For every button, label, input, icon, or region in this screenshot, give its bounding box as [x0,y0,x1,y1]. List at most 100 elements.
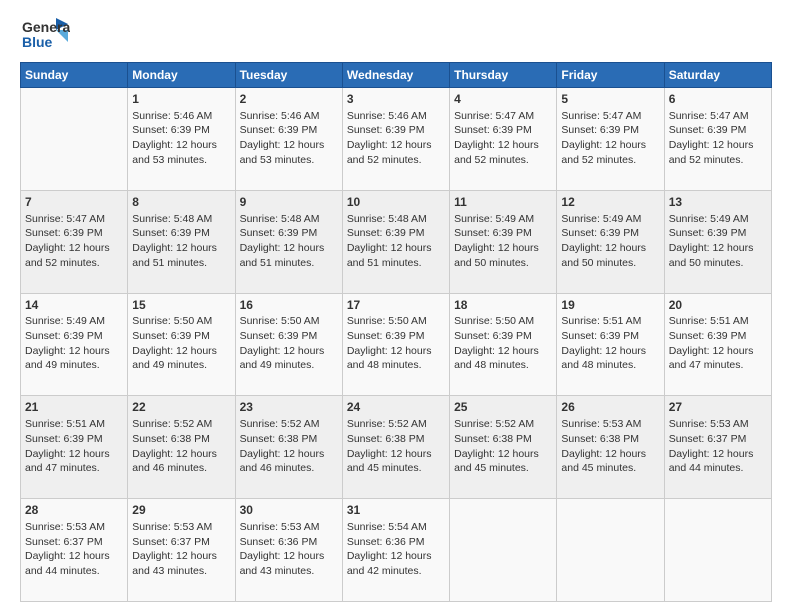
header: GeneralBlue [20,16,772,54]
day-info: Sunset: 6:39 PM [561,226,659,241]
day-number: 19 [561,297,659,314]
day-info: and 52 minutes. [669,153,767,168]
calendar-cell: 25Sunrise: 5:52 AMSunset: 6:38 PMDayligh… [450,396,557,499]
day-info: Daylight: 12 hours [347,241,445,256]
day-info: Sunset: 6:39 PM [454,329,552,344]
day-info: Sunset: 6:39 PM [25,226,123,241]
week-row-0: 1Sunrise: 5:46 AMSunset: 6:39 PMDaylight… [21,88,772,191]
day-info: Sunset: 6:39 PM [25,432,123,447]
day-info: Daylight: 12 hours [25,447,123,462]
day-info: Sunrise: 5:53 AM [669,417,767,432]
calendar-cell: 18Sunrise: 5:50 AMSunset: 6:39 PMDayligh… [450,293,557,396]
day-info: Daylight: 12 hours [347,344,445,359]
day-info: Sunrise: 5:51 AM [561,314,659,329]
day-info: and 49 minutes. [240,358,338,373]
calendar-cell: 5Sunrise: 5:47 AMSunset: 6:39 PMDaylight… [557,88,664,191]
calendar-cell: 12Sunrise: 5:49 AMSunset: 6:39 PMDayligh… [557,190,664,293]
calendar-cell [21,88,128,191]
day-info: Daylight: 12 hours [240,138,338,153]
day-info: Sunrise: 5:48 AM [132,212,230,227]
day-number: 20 [669,297,767,314]
day-info: Daylight: 12 hours [454,344,552,359]
day-number: 16 [240,297,338,314]
day-info: Sunset: 6:39 PM [454,226,552,241]
day-info: Sunset: 6:39 PM [347,329,445,344]
day-info: Sunrise: 5:52 AM [347,417,445,432]
calendar-cell [557,499,664,602]
week-row-3: 21Sunrise: 5:51 AMSunset: 6:39 PMDayligh… [21,396,772,499]
day-info: Sunrise: 5:48 AM [347,212,445,227]
day-info: and 48 minutes. [561,358,659,373]
col-header-friday: Friday [557,63,664,88]
day-info: Sunrise: 5:47 AM [669,109,767,124]
calendar-cell [450,499,557,602]
day-info: Sunset: 6:38 PM [454,432,552,447]
day-number: 2 [240,91,338,108]
day-info: Sunset: 6:39 PM [454,123,552,138]
day-number: 8 [132,194,230,211]
day-info: Daylight: 12 hours [561,241,659,256]
calendar-cell: 3Sunrise: 5:46 AMSunset: 6:39 PMDaylight… [342,88,449,191]
calendar-cell: 17Sunrise: 5:50 AMSunset: 6:39 PMDayligh… [342,293,449,396]
week-row-4: 28Sunrise: 5:53 AMSunset: 6:37 PMDayligh… [21,499,772,602]
day-info: and 45 minutes. [347,461,445,476]
day-info: Sunset: 6:39 PM [25,329,123,344]
day-info: Sunrise: 5:50 AM [240,314,338,329]
day-number: 25 [454,399,552,416]
day-info: Sunrise: 5:50 AM [347,314,445,329]
day-info: Sunset: 6:38 PM [347,432,445,447]
day-info: Sunrise: 5:48 AM [240,212,338,227]
day-info: and 44 minutes. [25,564,123,579]
day-info: and 46 minutes. [132,461,230,476]
day-info: Sunrise: 5:51 AM [25,417,123,432]
day-number: 5 [561,91,659,108]
calendar-cell: 2Sunrise: 5:46 AMSunset: 6:39 PMDaylight… [235,88,342,191]
logo-svg: GeneralBlue [20,16,70,54]
day-info: and 52 minutes. [347,153,445,168]
day-info: Daylight: 12 hours [669,138,767,153]
day-number: 28 [25,502,123,519]
day-number: 3 [347,91,445,108]
day-info: and 53 minutes. [132,153,230,168]
calendar-cell: 13Sunrise: 5:49 AMSunset: 6:39 PMDayligh… [664,190,771,293]
day-number: 22 [132,399,230,416]
day-info: and 50 minutes. [561,256,659,271]
logo: GeneralBlue [20,16,70,54]
week-row-2: 14Sunrise: 5:49 AMSunset: 6:39 PMDayligh… [21,293,772,396]
calendar-cell: 21Sunrise: 5:51 AMSunset: 6:39 PMDayligh… [21,396,128,499]
day-number: 24 [347,399,445,416]
day-info: Daylight: 12 hours [669,344,767,359]
calendar-cell: 6Sunrise: 5:47 AMSunset: 6:39 PMDaylight… [664,88,771,191]
day-info: Daylight: 12 hours [132,447,230,462]
day-number: 31 [347,502,445,519]
calendar-cell: 11Sunrise: 5:49 AMSunset: 6:39 PMDayligh… [450,190,557,293]
day-info: and 46 minutes. [240,461,338,476]
day-info: Sunset: 6:39 PM [132,329,230,344]
day-info: Sunset: 6:37 PM [669,432,767,447]
svg-text:General: General [22,19,70,35]
day-info: Daylight: 12 hours [347,447,445,462]
day-number: 13 [669,194,767,211]
calendar-cell: 30Sunrise: 5:53 AMSunset: 6:36 PMDayligh… [235,499,342,602]
day-info: Sunset: 6:36 PM [240,535,338,550]
col-header-monday: Monday [128,63,235,88]
week-row-1: 7Sunrise: 5:47 AMSunset: 6:39 PMDaylight… [21,190,772,293]
calendar-cell [664,499,771,602]
day-info: and 53 minutes. [240,153,338,168]
day-info: and 44 minutes. [669,461,767,476]
day-number: 11 [454,194,552,211]
calendar-cell: 27Sunrise: 5:53 AMSunset: 6:37 PMDayligh… [664,396,771,499]
page: GeneralBlue SundayMondayTuesdayWednesday… [0,0,792,612]
day-info: and 49 minutes. [25,358,123,373]
day-info: Sunrise: 5:53 AM [561,417,659,432]
calendar-cell: 16Sunrise: 5:50 AMSunset: 6:39 PMDayligh… [235,293,342,396]
calendar-cell: 29Sunrise: 5:53 AMSunset: 6:37 PMDayligh… [128,499,235,602]
calendar-table: SundayMondayTuesdayWednesdayThursdayFrid… [20,62,772,602]
day-info: Sunrise: 5:49 AM [669,212,767,227]
day-info: and 45 minutes. [561,461,659,476]
day-info: and 51 minutes. [132,256,230,271]
calendar-cell: 1Sunrise: 5:46 AMSunset: 6:39 PMDaylight… [128,88,235,191]
day-info: Daylight: 12 hours [454,241,552,256]
day-info: Sunset: 6:39 PM [561,123,659,138]
day-info: Sunrise: 5:46 AM [347,109,445,124]
